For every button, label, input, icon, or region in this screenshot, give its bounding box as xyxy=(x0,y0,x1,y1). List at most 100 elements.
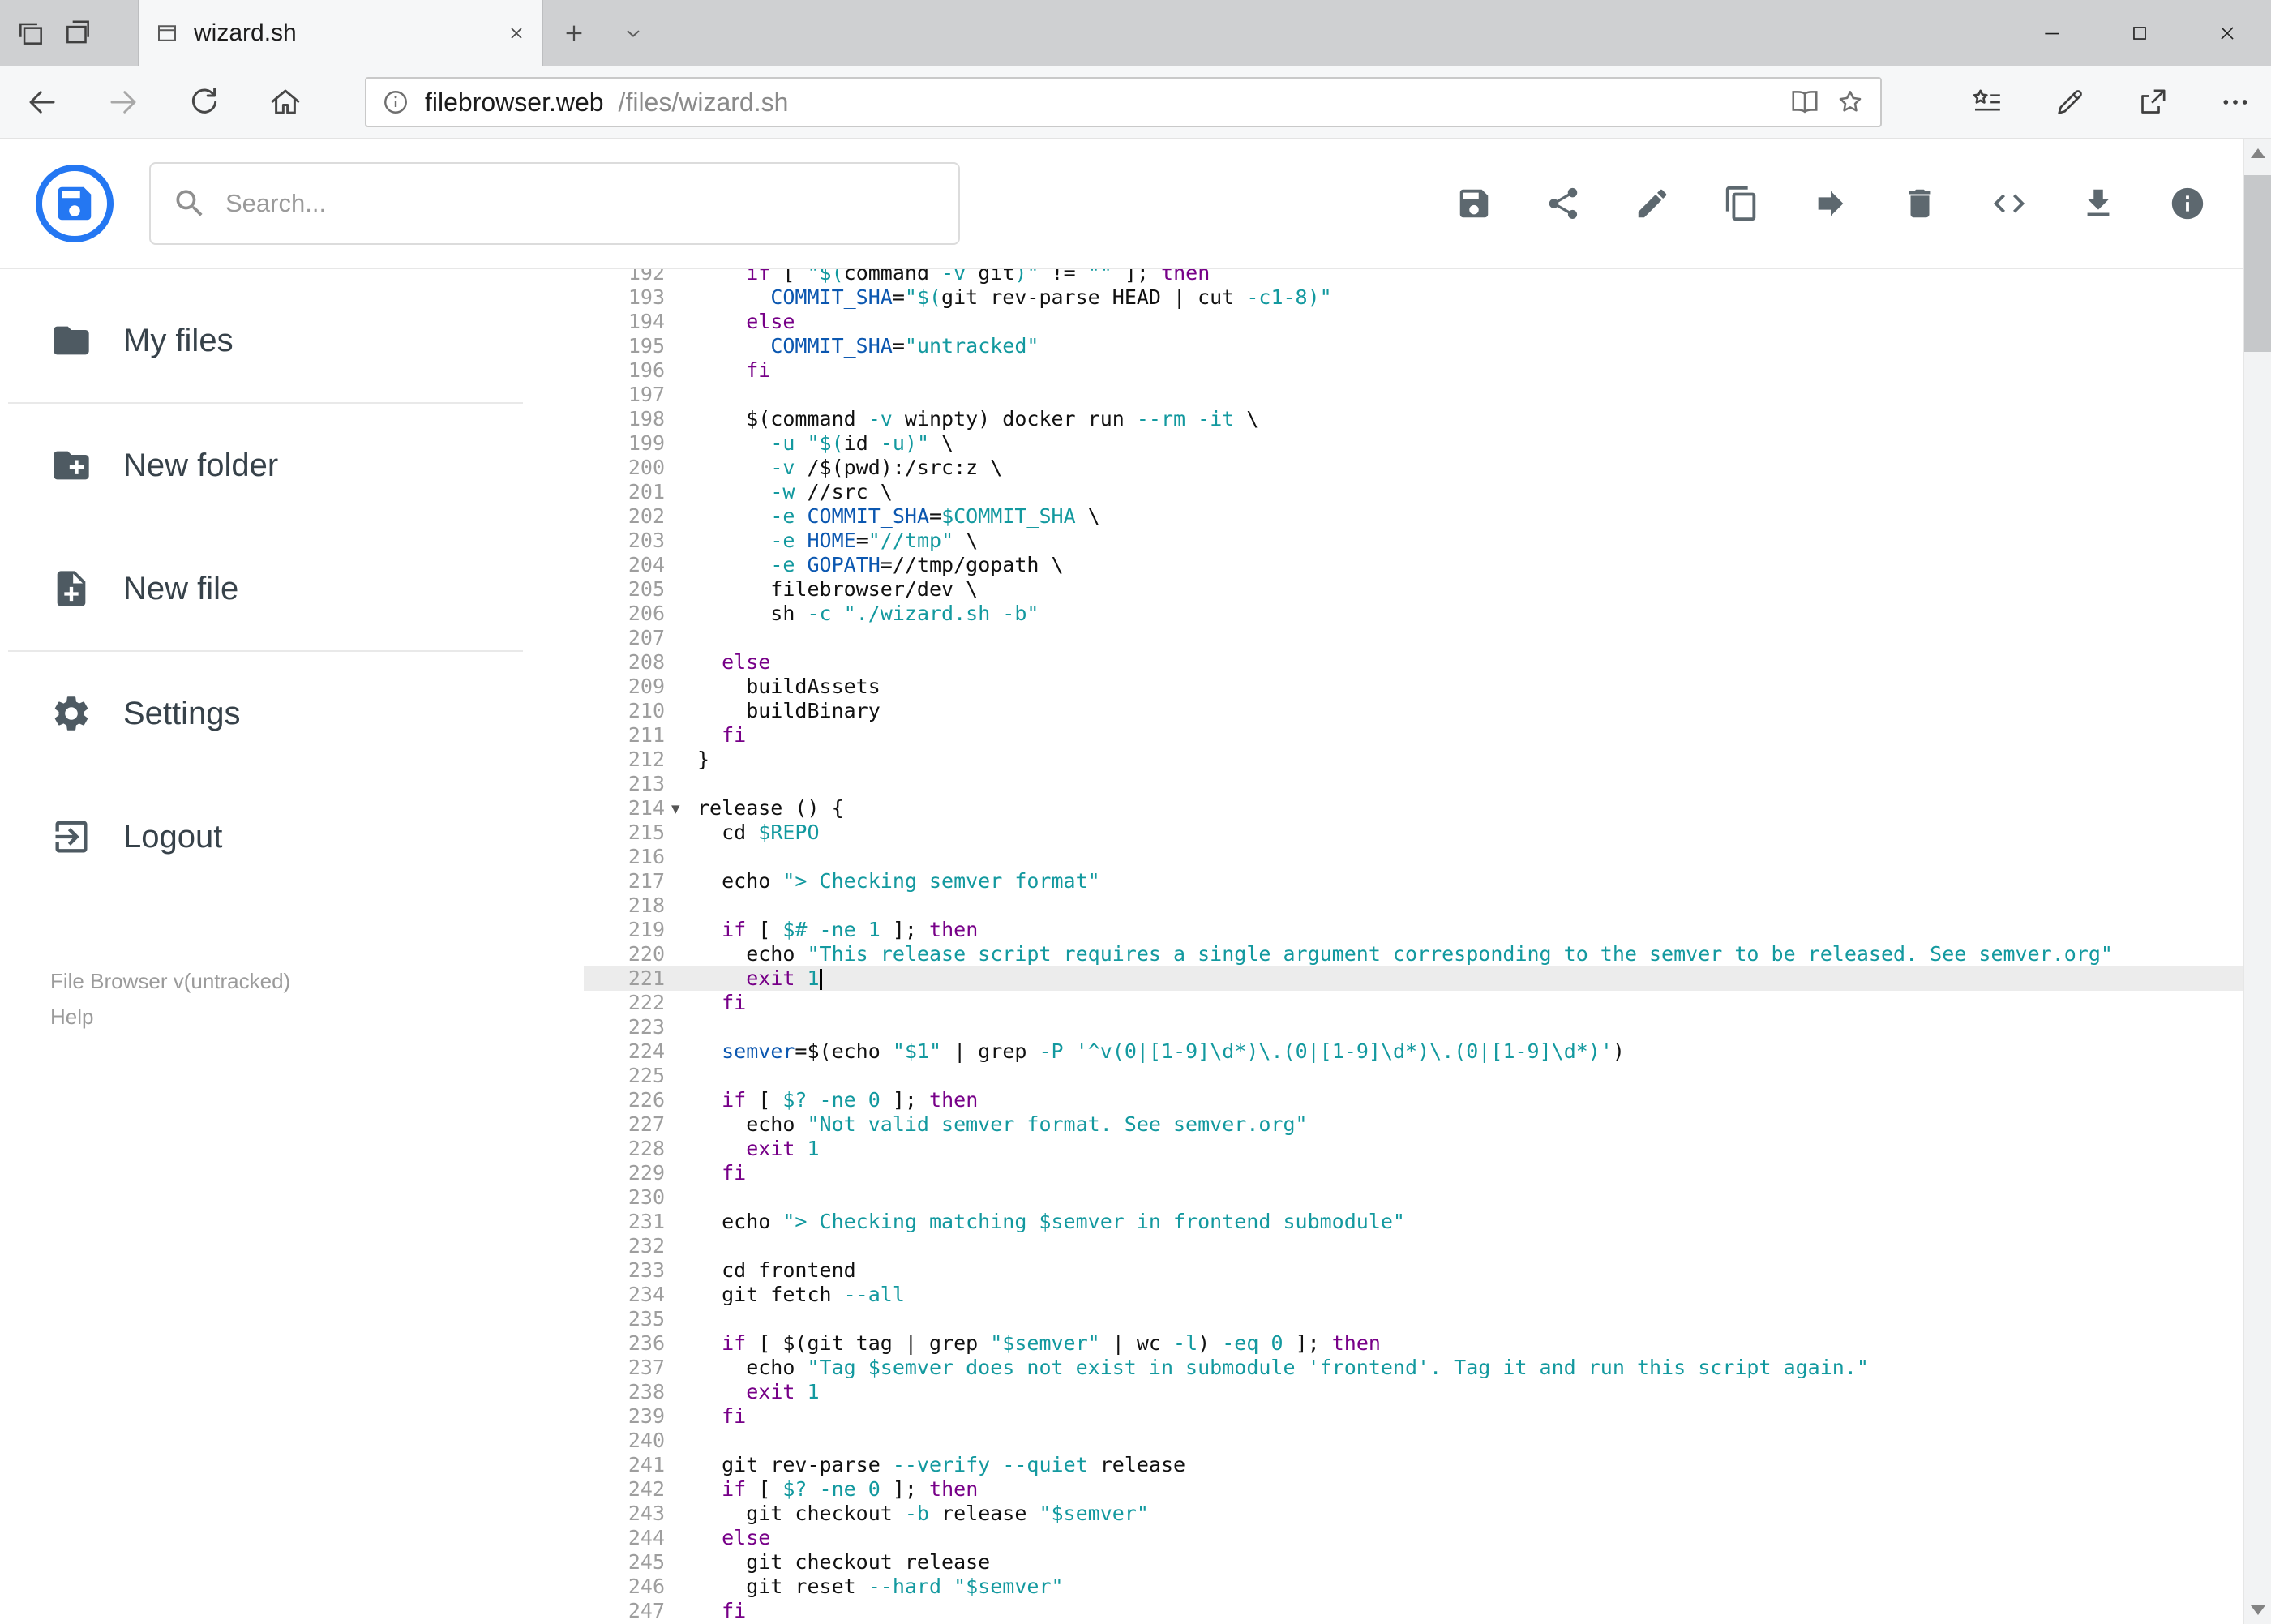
code-line[interactable]: 196 fi xyxy=(584,358,2243,383)
code-line[interactable]: 198 $(command -v winpty) docker run --rm… xyxy=(584,407,2243,431)
rename-button[interactable] xyxy=(1634,185,1671,222)
code-line[interactable]: 217 echo "> Checking semver format" xyxy=(584,869,2243,893)
code-line[interactable]: 228 exit 1 xyxy=(584,1137,2243,1161)
code-line[interactable]: 209 buildAssets xyxy=(584,675,2243,699)
code-line[interactable]: 206 sh -c "./wizard.sh -b" xyxy=(584,602,2243,626)
code-line[interactable]: 232 xyxy=(584,1234,2243,1258)
favorite-star-button[interactable] xyxy=(1835,87,1866,118)
code-line[interactable]: 200 -v /$(pwd):/src:z \ xyxy=(584,456,2243,480)
code-line[interactable]: 215 cd $REPO xyxy=(584,821,2243,845)
scrollbar-down-arrow[interactable] xyxy=(2244,1596,2271,1624)
code-line[interactable]: 219 if [ $# -ne 1 ]; then xyxy=(584,918,2243,942)
code-line[interactable]: 224 semver=$(echo "$1" | grep -P '^v(0|[… xyxy=(584,1039,2243,1064)
code-line[interactable]: 233 cd frontend xyxy=(584,1258,2243,1283)
code-line[interactable]: 199 -u "$(id -u)" \ xyxy=(584,431,2243,456)
more-options-button[interactable] xyxy=(2213,78,2258,126)
sidebar-item-new-file[interactable]: New file xyxy=(0,527,584,650)
code-line[interactable]: 192 if [ "$(command -v git)" != "" ]; th… xyxy=(584,269,2243,285)
code-line[interactable]: 197 xyxy=(584,383,2243,407)
code-line[interactable]: 221 exit 1 xyxy=(584,966,2243,991)
reading-view-button[interactable] xyxy=(1789,87,1820,118)
tabs-preview-button[interactable] xyxy=(60,9,96,58)
download-button[interactable] xyxy=(2080,185,2117,222)
code-line[interactable]: 204 -e GOPATH=//tmp/gopath \ xyxy=(584,553,2243,577)
save-button[interactable] xyxy=(1455,185,1493,222)
code-line[interactable]: 205 filebrowser/dev \ xyxy=(584,577,2243,602)
code-line[interactable]: 238 exit 1 xyxy=(584,1380,2243,1404)
back-button[interactable] xyxy=(19,78,65,126)
code-line[interactable]: 222 fi xyxy=(584,991,2243,1015)
sidebar-item-my-files[interactable]: My files xyxy=(0,279,584,402)
code-line[interactable]: 208 else xyxy=(584,650,2243,675)
address-bar[interactable]: filebrowser.web/files/wizard.sh xyxy=(365,77,1882,127)
code-line[interactable]: 216 xyxy=(584,845,2243,869)
code-editor[interactable]: 192 if [ "$(command -v git)" != "" ]; th… xyxy=(584,269,2243,1624)
tab-preview-chevron-button[interactable] xyxy=(605,0,662,66)
code-line[interactable]: 241 git rev-parse --verify --quiet relea… xyxy=(584,1453,2243,1477)
code-line[interactable]: 223 xyxy=(584,1015,2243,1039)
code-line[interactable]: 213 xyxy=(584,772,2243,796)
code-line[interactable]: 230 xyxy=(584,1185,2243,1210)
scrollbar-thumb[interactable] xyxy=(2244,175,2271,352)
forward-button[interactable] xyxy=(101,78,146,126)
tab-close-button[interactable] xyxy=(507,24,526,43)
code-line[interactable]: 212} xyxy=(584,748,2243,772)
share-page-button[interactable] xyxy=(2130,78,2175,126)
code-line[interactable]: 244 else xyxy=(584,1526,2243,1550)
code-line[interactable]: 203 -e HOME="//tmp" \ xyxy=(584,529,2243,553)
info-button[interactable] xyxy=(2169,185,2206,222)
code-line[interactable]: 246 git reset --hard "$semver" xyxy=(584,1575,2243,1599)
raw-view-button[interactable] xyxy=(1990,185,2028,222)
move-button[interactable] xyxy=(1812,185,1849,222)
sidebar-item-logout[interactable]: Logout xyxy=(0,775,584,898)
code-line[interactable]: 207 xyxy=(584,626,2243,650)
page-scrollbar[interactable] xyxy=(2243,139,2271,1624)
code-line[interactable]: 220 echo "This release script requires a… xyxy=(584,942,2243,966)
scrollbar-up-arrow[interactable] xyxy=(2244,139,2271,167)
code-line[interactable]: 211 fi xyxy=(584,723,2243,748)
code-line[interactable]: 247 fi xyxy=(584,1599,2243,1623)
browser-tab[interactable]: wizard.sh xyxy=(138,0,543,66)
code-line[interactable]: 210 buildBinary xyxy=(584,699,2243,723)
code-line[interactable]: 235 xyxy=(584,1307,2243,1331)
annotate-pen-button[interactable] xyxy=(2047,78,2093,126)
code-line[interactable]: 202 -e COMMIT_SHA=$COMMIT_SHA \ xyxy=(584,504,2243,529)
code-line[interactable]: 218 xyxy=(584,893,2243,918)
code-line[interactable]: 225 xyxy=(584,1064,2243,1088)
code-line[interactable]: 236 if [ $(git tag | grep "$semver" | wc… xyxy=(584,1331,2243,1356)
code-line[interactable]: 193 COMMIT_SHA="$(git rev-parse HEAD | c… xyxy=(584,285,2243,310)
home-button[interactable] xyxy=(263,78,308,126)
search-box[interactable] xyxy=(149,162,960,245)
set-tabs-aside-button[interactable] xyxy=(13,9,49,58)
close-window-button[interactable] xyxy=(2183,0,2271,66)
code-line[interactable]: 226 if [ $? -ne 0 ]; then xyxy=(584,1088,2243,1112)
hub-favorites-button[interactable] xyxy=(1965,78,2010,126)
code-line[interactable]: 229 fi xyxy=(584,1161,2243,1185)
copy-button[interactable] xyxy=(1723,185,1760,222)
search-input[interactable] xyxy=(225,189,937,218)
sidebar-item-settings[interactable]: Settings xyxy=(0,652,584,775)
code-line[interactable]: 231 echo "> Checking matching $semver in… xyxy=(584,1210,2243,1234)
code-line[interactable]: 245 git checkout release xyxy=(584,1550,2243,1575)
help-link[interactable]: Help xyxy=(50,999,584,1035)
new-tab-button[interactable] xyxy=(543,0,605,66)
delete-button[interactable] xyxy=(1901,185,1939,222)
code-line[interactable]: 227 echo "Not valid semver format. See s… xyxy=(584,1112,2243,1137)
code-line[interactable]: 237 echo "Tag $semver does not exist in … xyxy=(584,1356,2243,1380)
code-line[interactable]: 214 ▾ release () { xyxy=(584,796,2243,821)
code-line[interactable]: 240 xyxy=(584,1429,2243,1453)
code-line[interactable]: 243 git checkout -b release "$semver" xyxy=(584,1502,2243,1526)
code-line[interactable]: 201 -w //src \ xyxy=(584,480,2243,504)
minimize-button[interactable] xyxy=(2008,0,2096,66)
maximize-button[interactable] xyxy=(2096,0,2183,66)
sidebar-item-new-folder[interactable]: New folder xyxy=(0,404,584,527)
fold-arrow-icon[interactable]: ▾ xyxy=(671,796,680,821)
code-line[interactable]: 194 else xyxy=(584,310,2243,334)
code-line[interactable]: 234 git fetch --all xyxy=(584,1283,2243,1307)
code-line[interactable]: 239 fi xyxy=(584,1404,2243,1429)
share-button[interactable] xyxy=(1545,185,1582,222)
code-line[interactable]: 242 if [ $? -ne 0 ]; then xyxy=(584,1477,2243,1502)
site-info-icon[interactable] xyxy=(381,88,410,117)
refresh-button[interactable] xyxy=(182,78,227,126)
code-line[interactable]: 195 COMMIT_SHA="untracked" xyxy=(584,334,2243,358)
